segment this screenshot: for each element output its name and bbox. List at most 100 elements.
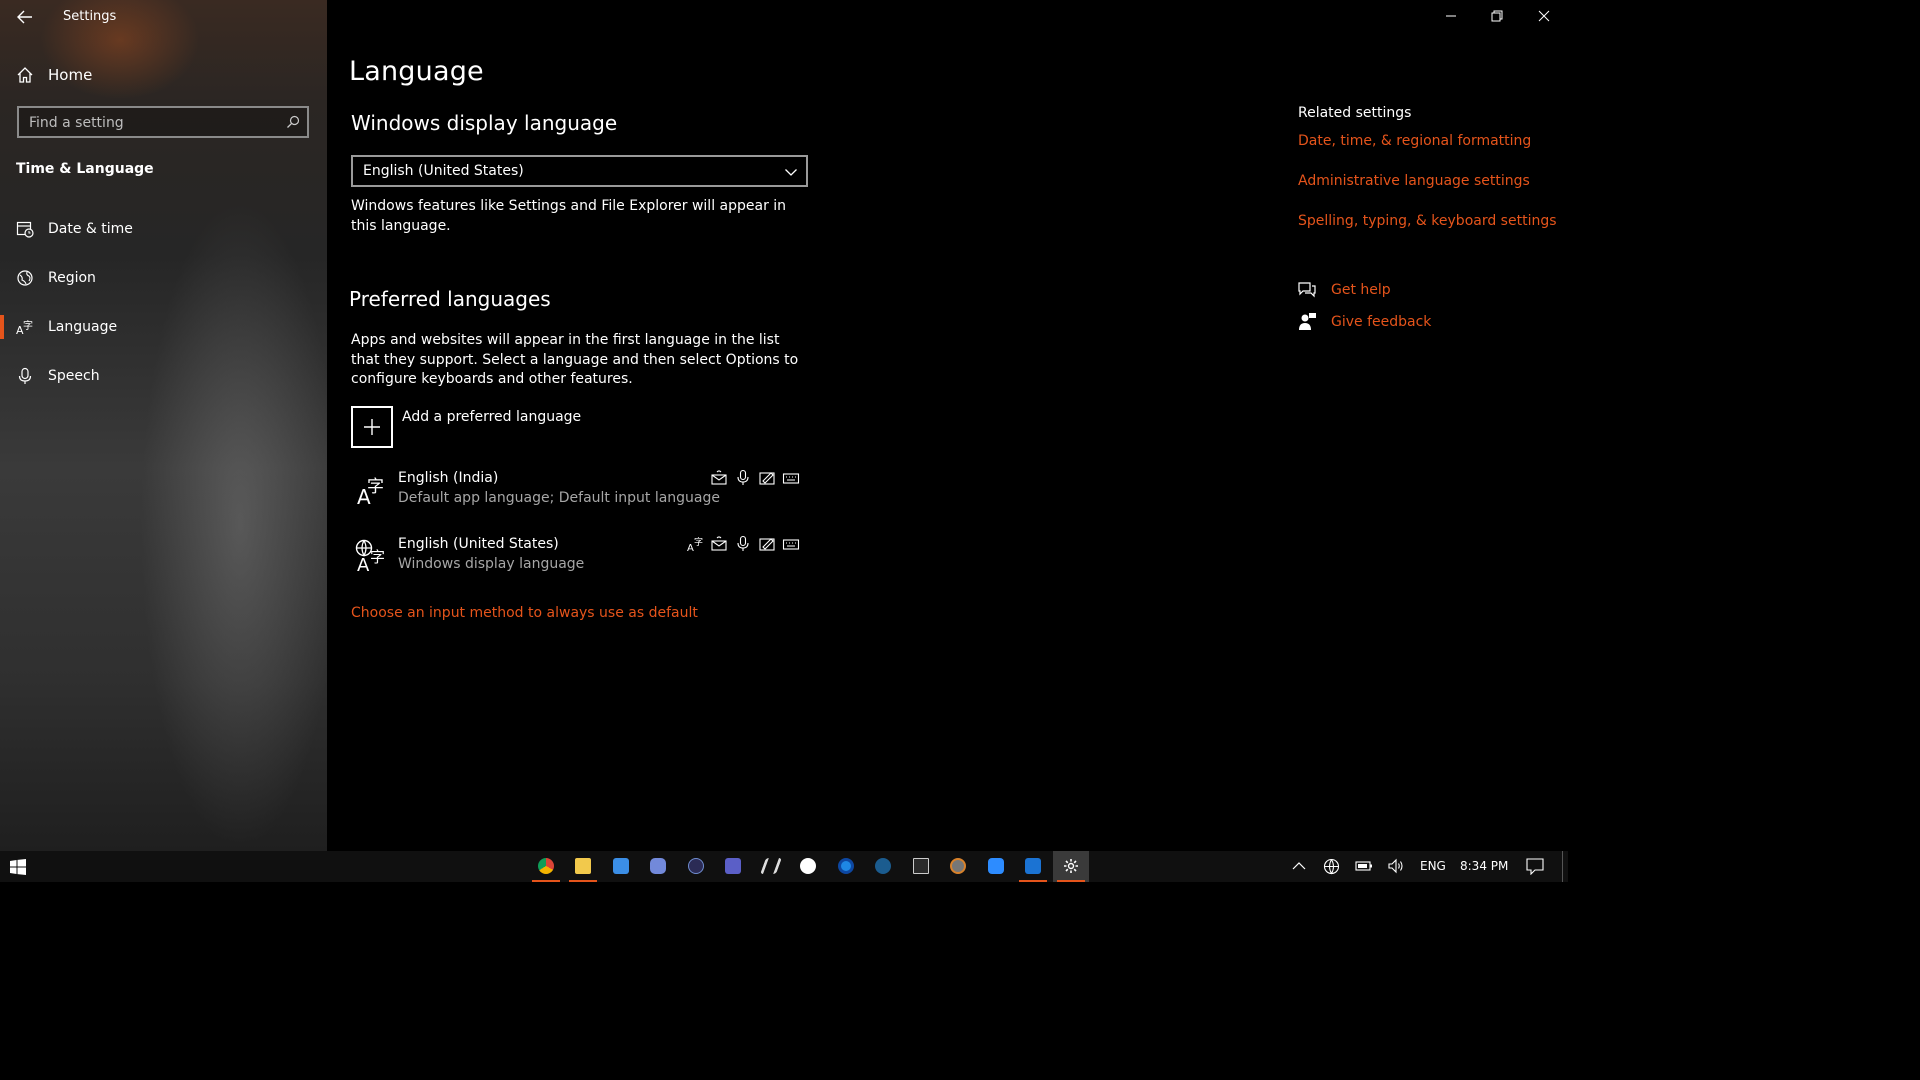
search-icon[interactable] [286,115,300,129]
language-pack-icon: A 字 [687,536,703,553]
give-feedback-label: Give feedback [1331,314,1432,330]
language-name: English (United States) [398,536,559,552]
svg-text:字: 字 [367,477,384,497]
handwriting-icon [759,538,775,551]
preferred-languages-heading: Preferred languages [349,287,551,311]
notifications-icon[interactable] [1526,858,1544,875]
taskbar-discord[interactable] [640,851,676,882]
add-preferred-language-button[interactable]: Add a preferred language [351,406,651,448]
svg-text:A: A [687,543,694,553]
network-globe-icon[interactable] [1323,858,1340,875]
sidebar-item-speech[interactable]: Speech [0,358,327,394]
preferred-languages-description: Apps and websites will appear in the fir… [351,332,799,387]
add-box [351,406,393,448]
language-item-english-india[interactable]: A 字 English (India) Default app language… [351,467,811,519]
search-box[interactable] [17,106,309,138]
display-language-icon: A 字 [355,539,385,574]
language-name: English (India) [398,470,499,486]
related-settings-title: Related settings [1298,105,1412,121]
language-item-english-us[interactable]: A 字 English (United States) Windows disp… [351,533,811,585]
teams-icon [725,858,741,874]
ring-icon [838,858,854,874]
keyboard-icon [782,473,800,484]
mail-icon [613,858,629,874]
taskbar-zoom[interactable] [978,851,1014,882]
speech-recognition-icon [737,469,749,485]
svg-text:A: A [357,555,370,574]
taskbar-steam[interactable] [865,851,901,882]
get-help-label: Get help [1331,282,1391,298]
calendar-clock-icon [16,221,34,238]
home-nav-item[interactable]: Home [0,60,327,90]
restore-icon [1491,10,1503,22]
sidebar-item-date-time[interactable]: Date & time [0,211,327,247]
help-chat-icon [1298,282,1316,298]
chrome-icon [538,858,554,874]
browser-icon [950,858,966,874]
sidebar-item-region[interactable]: Region [0,260,327,296]
taskbar-browser[interactable] [940,851,976,882]
minimize-button[interactable] [1428,0,1474,32]
svg-text:字: 字 [370,548,385,566]
sidebar-item-label: Speech [48,368,100,384]
taskbar-teams[interactable] [715,851,751,882]
photos-icon [1025,858,1041,874]
related-link-spelling-typing[interactable]: Spelling, typing, & keyboard settings [1298,213,1557,229]
taskbar-editor[interactable] [753,851,789,882]
taskbar-photos[interactable] [1015,851,1051,882]
sidebar-item-label: Language [48,319,118,335]
microphone-icon [18,367,32,384]
zoom-icon [988,858,1004,874]
volume-icon[interactable] [1387,858,1405,874]
steam-icon [875,858,891,874]
feedback-person-icon [1299,313,1316,330]
taskbar-epic-games[interactable] [903,851,939,882]
discord-icon [650,858,666,874]
input-language-indicator[interactable]: ENG [1420,859,1446,873]
display-language-description: Windows features like Settings and File … [351,198,787,234]
show-desktop-button[interactable] [1562,851,1563,882]
back-arrow-icon [17,10,32,24]
search-input[interactable] [29,113,279,133]
battery-icon[interactable] [1355,860,1373,872]
back-button[interactable] [14,6,36,28]
get-help-link[interactable]: Get help [1297,280,1497,302]
svg-text:字: 字 [23,319,33,332]
language-icon: A 字 [16,319,33,336]
close-button[interactable] [1521,0,1567,32]
section-title: Time & Language [16,161,154,177]
app-icon [688,858,704,874]
text-to-speech-icon [711,536,727,551]
taskbar-file-explorer[interactable] [565,851,601,882]
related-link-admin-language[interactable]: Administrative language settings [1298,173,1530,189]
taskbar-chrome[interactable] [528,851,564,882]
input-method-link[interactable]: Choose an input method to always use as … [351,605,698,621]
xbox-icon [800,858,816,874]
taskbar-app-ring[interactable] [828,851,864,882]
taskbar-mail[interactable] [603,851,639,882]
epic-games-icon [913,858,929,874]
text-to-speech-icon [711,470,727,485]
windows-logo-icon [10,859,26,875]
language-icon: A 字 [357,477,384,508]
home-label: Home [48,66,93,84]
taskbar-xbox[interactable] [790,851,826,882]
clock[interactable]: 8:34 PM [1460,859,1508,873]
language-status: Windows display language [398,556,585,572]
taskbar-settings[interactable] [1053,851,1089,882]
speech-recognition-icon [737,535,749,551]
taskbar-app[interactable] [678,851,714,882]
keyboard-icon [782,539,800,550]
plus-icon [364,419,380,435]
give-feedback-link[interactable]: Give feedback [1297,312,1497,334]
related-link-regional-formatting[interactable]: Date, time, & regional formatting [1298,133,1531,149]
language-status: Default app language; Default input lang… [398,490,720,506]
display-language-select[interactable]: English (United States) [351,155,808,187]
add-language-label: Add a preferred language [402,409,582,425]
start-button[interactable] [0,851,36,882]
close-icon [1538,10,1550,22]
chevron-up-icon[interactable] [1292,861,1306,871]
sidebar-item-language[interactable]: A 字 Language [0,309,327,345]
page-title: Language [349,56,484,87]
restore-button[interactable] [1474,0,1520,32]
